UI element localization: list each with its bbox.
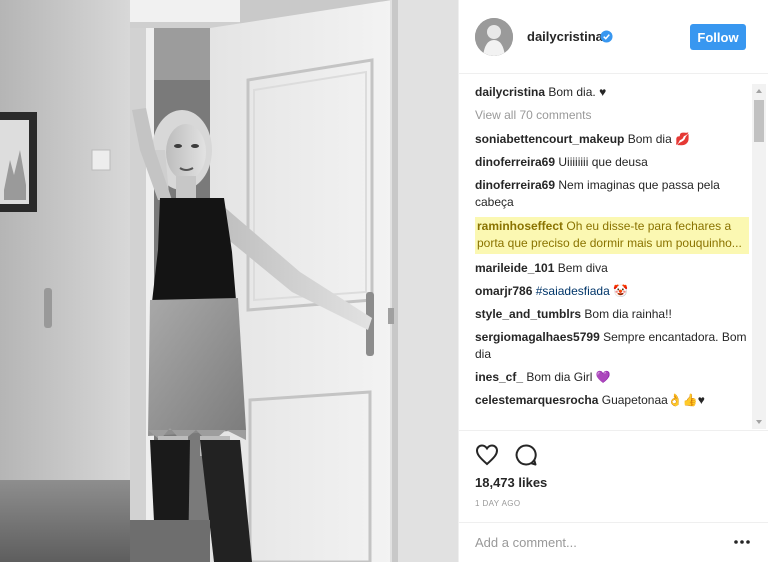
comment-icon[interactable] <box>514 443 538 467</box>
comment-text: Bom dia rainha!! <box>584 307 672 321</box>
comment: style_and_tumblrs Bom dia rainha!! <box>475 306 749 323</box>
scroll-down-arrow-icon[interactable] <box>752 415 766 429</box>
comment-username[interactable]: soniabettencourt_makeup <box>475 132 624 146</box>
comment-username[interactable]: ines_cf_ <box>475 370 523 384</box>
comment-username[interactable]: raminhoseffect <box>477 219 563 233</box>
post-timestamp[interactable]: 1 DAY AGO <box>475 499 521 508</box>
comment: dinoferreira69 Nem imaginas que passa pe… <box>475 177 749 211</box>
view-all-comments-link[interactable]: View all 70 comments <box>475 107 749 124</box>
instagram-post: dailycristina Follow dailycristina Bom d… <box>0 0 768 562</box>
caption-text: Bom dia. ♥ <box>548 85 607 99</box>
comment-username[interactable]: style_and_tumblrs <box>475 307 581 321</box>
avatar[interactable] <box>475 18 513 56</box>
comment-username[interactable]: dinoferreira69 <box>475 155 555 169</box>
comment-text: Guapetonaa👌👍♥ <box>601 393 705 407</box>
comment-username[interactable]: celestemarquesrocha <box>475 393 598 407</box>
comment-text: Uiiiiiiii que deusa <box>558 155 648 169</box>
comment-text: Bom dia Girl 💜 <box>526 370 611 384</box>
scrollbar-thumb[interactable] <box>754 100 764 142</box>
post-sidebar: dailycristina Follow dailycristina Bom d… <box>458 0 768 562</box>
comment-text: Bom dia 💋 <box>627 132 691 146</box>
comment-username[interactable]: marileide_101 <box>475 261 554 275</box>
post-actions: 18,473 likes 1 DAY AGO <box>459 430 768 523</box>
comments-list: dailycristina Bom dia. ♥ View all 70 com… <box>475 84 749 428</box>
photo-image <box>0 0 458 562</box>
post-header: dailycristina Follow <box>459 0 768 74</box>
avatar-image <box>475 18 513 56</box>
caption-username[interactable]: dailycristina <box>475 85 545 99</box>
comment: celestemarquesrocha Guapetonaa👌👍♥ <box>475 392 749 409</box>
comment: sergiomagalhaes5799 Sempre encantadora. … <box>475 329 749 363</box>
comment-hashtag[interactable]: #saiadesfiada 🤡 <box>536 284 628 298</box>
add-comment-bar <box>459 522 768 563</box>
more-options-icon[interactable] <box>733 535 751 549</box>
comment: omarjr786 #saiadesfiada 🤡 <box>475 283 749 300</box>
comments-scrollbar[interactable] <box>752 84 766 429</box>
post-photo[interactable] <box>0 0 458 562</box>
comment-highlighted: raminhoseffect Oh eu disse-te para fecha… <box>475 217 749 254</box>
comment-username[interactable]: dinoferreira69 <box>475 178 555 192</box>
caption: dailycristina Bom dia. ♥ <box>475 84 749 101</box>
header-username[interactable]: dailycristina <box>527 29 603 44</box>
comment: dinoferreira69 Uiiiiiiii que deusa <box>475 154 749 171</box>
verified-badge-icon <box>600 30 613 43</box>
comment: soniabettencourt_makeup Bom dia 💋 <box>475 131 749 148</box>
scroll-up-arrow-icon[interactable] <box>752 84 766 98</box>
heart-icon[interactable] <box>475 443 499 467</box>
comment-text: Bem diva <box>557 261 608 275</box>
comment: marileide_101 Bem diva <box>475 260 749 277</box>
comment-username[interactable]: sergiomagalhaes5799 <box>475 330 600 344</box>
likes-count[interactable]: 18,473 likes <box>475 475 547 490</box>
follow-button[interactable]: Follow <box>690 24 746 50</box>
add-comment-input[interactable] <box>475 531 725 553</box>
comment: ines_cf_ Bom dia Girl 💜 <box>475 369 749 386</box>
comment-username[interactable]: omarjr786 <box>475 284 532 298</box>
